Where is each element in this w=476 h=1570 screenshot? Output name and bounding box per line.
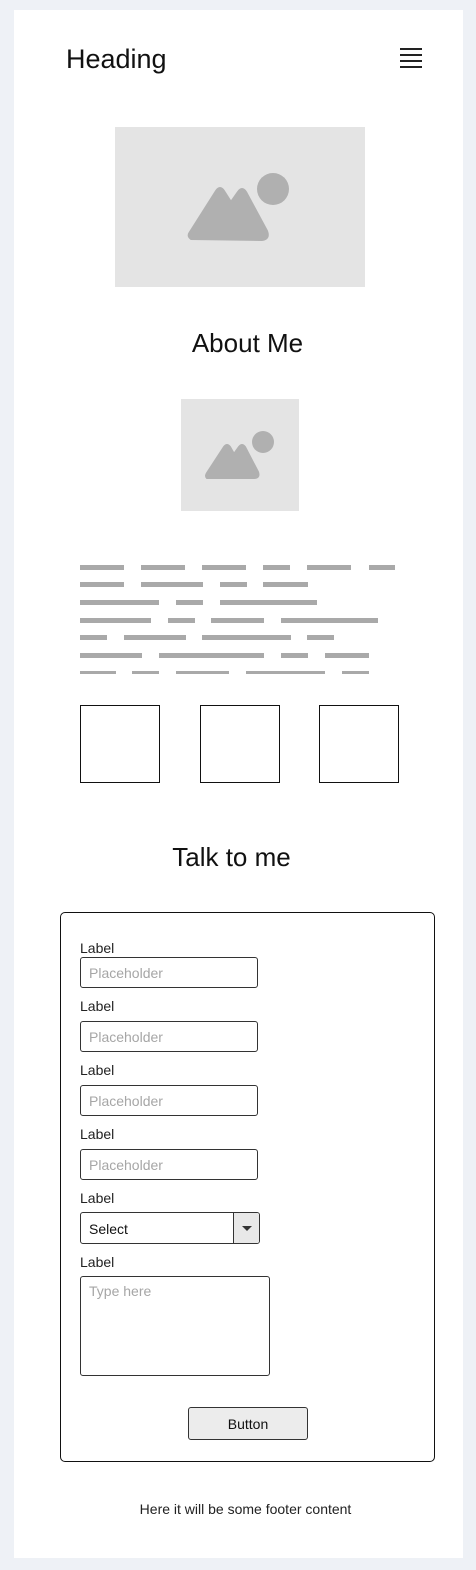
portrait-image [181, 399, 299, 511]
text-input-2[interactable] [80, 1021, 258, 1052]
page-heading: Heading [66, 44, 167, 74]
text-line [246, 671, 325, 674]
text-line [124, 635, 186, 640]
content-box-2[interactable] [200, 705, 280, 783]
text-line [202, 635, 291, 640]
text-line [176, 600, 203, 605]
text-line [202, 565, 246, 570]
dropdown-button[interactable] [233, 1213, 259, 1243]
text-line [141, 565, 185, 570]
text-line [220, 600, 317, 605]
text-line [263, 582, 308, 587]
about-title: About Me [191, 328, 304, 358]
text-line [342, 671, 369, 674]
text-line [220, 582, 247, 587]
content-box-3[interactable] [319, 705, 399, 783]
page-container: Heading About Me Talk to me Label Placeh… [14, 10, 463, 1558]
field-label: Label [80, 1190, 115, 1206]
field-label: Label [80, 940, 115, 956]
text-line [281, 653, 308, 658]
footer-text: Here it will be some footer content [139, 1501, 352, 1517]
field-label: Label [80, 1062, 115, 1078]
text-line [211, 618, 264, 623]
text-line [159, 653, 264, 658]
text-line [80, 582, 124, 587]
text-line [281, 618, 378, 623]
text-line [369, 565, 395, 570]
text-line [141, 582, 203, 587]
text-line [263, 565, 290, 570]
select-dropdown[interactable]: Select [80, 1212, 260, 1244]
hero-image [115, 127, 365, 287]
text-line [80, 635, 107, 640]
select-value: Select [89, 1221, 128, 1237]
text-line [176, 671, 229, 674]
image-placeholder-icon [205, 431, 274, 479]
text-line [168, 618, 195, 623]
field-label: Label [80, 1254, 115, 1270]
text-line [80, 653, 142, 658]
text-input-3[interactable] [80, 1085, 258, 1116]
text-line [132, 671, 159, 674]
contact-form: Label Label Label Label Label Select Lab… [60, 912, 435, 1462]
text-line [80, 600, 159, 605]
field-label: Label [80, 998, 115, 1014]
text-input-4[interactable] [80, 1149, 258, 1180]
text-line [307, 565, 351, 570]
text-line [80, 671, 116, 674]
text-line [325, 653, 369, 658]
image-placeholder-icon [187, 173, 289, 241]
hamburger-menu-icon[interactable] [400, 48, 422, 70]
contact-title: Talk to me [172, 842, 291, 872]
field-label: Label [80, 1126, 115, 1142]
text-line [80, 565, 124, 570]
text-line [307, 635, 334, 640]
content-box-1[interactable] [80, 705, 160, 783]
text-line [80, 618, 151, 623]
message-textarea[interactable] [80, 1276, 270, 1376]
caret-down-icon [242, 1226, 252, 1231]
submit-button[interactable]: Button [188, 1407, 308, 1440]
text-input-1[interactable] [80, 957, 258, 988]
